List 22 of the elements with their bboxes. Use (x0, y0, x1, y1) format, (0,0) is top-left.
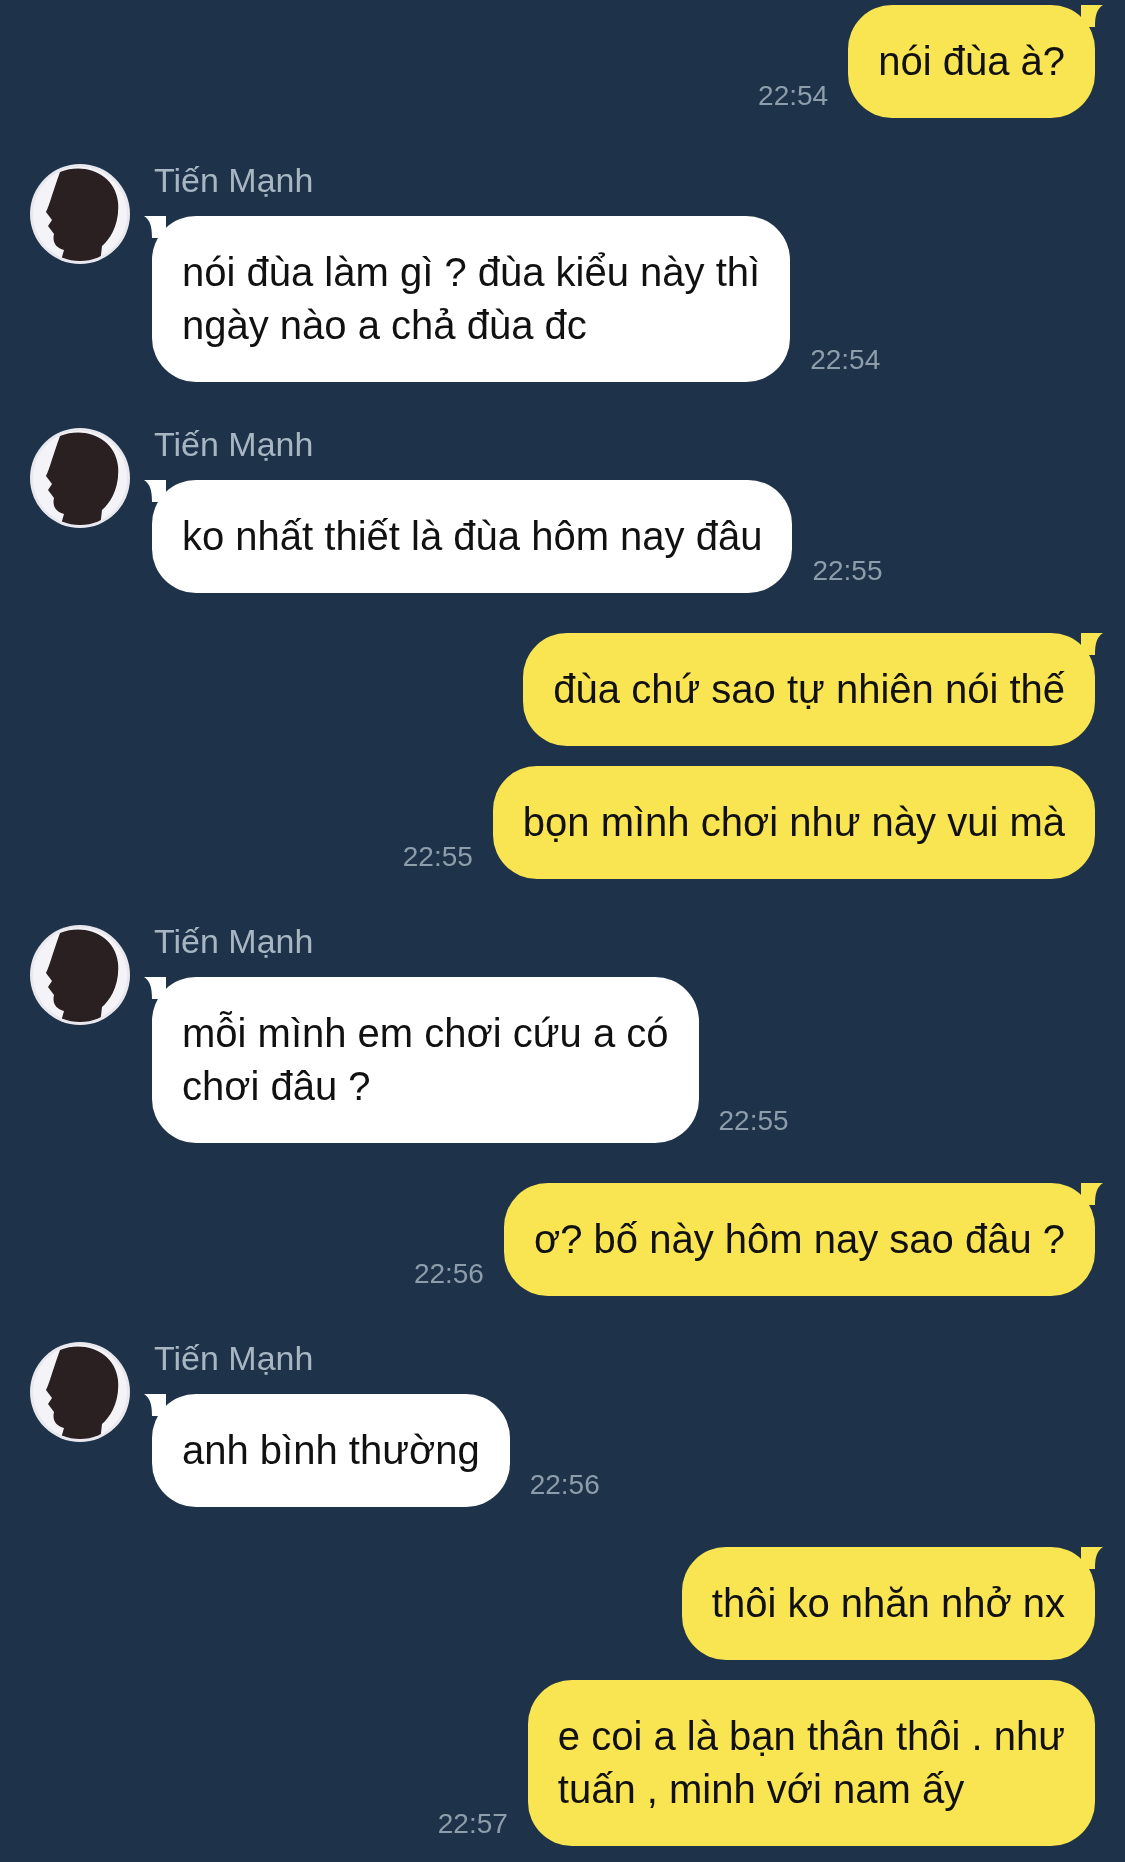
bubble-tail-icon (1081, 1547, 1103, 1569)
message-time: 22:55 (812, 555, 883, 588)
bubble-tail-icon (1081, 1183, 1103, 1205)
sender-name: Tiến Mạnh (154, 428, 314, 460)
bubble-tail-icon (144, 216, 166, 238)
message-time: 22:55 (402, 841, 473, 874)
message-time: 22:55 (718, 1105, 789, 1138)
message-time: 22:54 (758, 80, 829, 113)
message-bubble: bọn mình chơi như này vui mà (492, 766, 1095, 879)
sender-name: Tiến Mạnh (154, 1342, 314, 1374)
message-time: 22:56 (529, 1469, 600, 1502)
bubble-tail-icon (1081, 5, 1103, 27)
message-bubble: e coi a là bạn thân thôi . như tuấn , minh với nam ấy (527, 1680, 1095, 1846)
message-time: 22:54 (810, 344, 881, 377)
bubble-tail-icon (144, 1394, 166, 1416)
message-time: 22:56 (413, 1258, 484, 1291)
bubble-tail-icon (1081, 633, 1103, 655)
bubble-tail-icon (144, 480, 166, 502)
bubble-tail-icon (144, 977, 166, 999)
sender-name: Tiến Mạnh (154, 164, 314, 196)
message-time: 22:57 (437, 1808, 508, 1841)
sender-name: Tiến Mạnh (154, 925, 314, 957)
